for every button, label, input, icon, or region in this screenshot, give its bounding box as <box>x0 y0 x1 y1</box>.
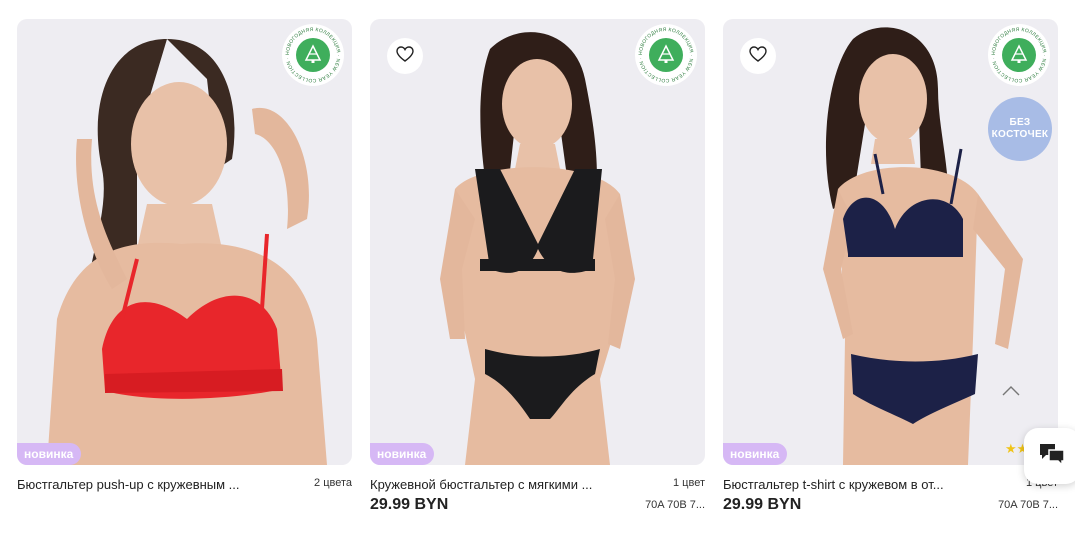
size-list: 70A 70B 7... <box>998 499 1058 511</box>
product-name[interactable]: Бюстгальтер t-shirt с кружевом в от... <box>723 477 973 492</box>
badge-ring-text: НОВОГОДНЯЯ КОЛЛЕКЦИЯ · NEW YEAR COLLECTI… <box>638 27 694 83</box>
color-count: 2 цвета <box>314 477 352 489</box>
new-year-collection-badge: НОВОГОДНЯЯ КОЛЛЕКЦИЯ · NEW YEAR COLLECTI… <box>282 24 344 86</box>
product-card[interactable]: НОВОГОДНЯЯ КОЛЛЕКЦИЯ · NEW YEAR COLLECTI… <box>370 19 705 525</box>
new-tag: новинка <box>370 443 435 465</box>
product-info: Бюстгальтер push-up с кружевным ... 2 цв… <box>17 465 352 525</box>
svg-text:НОВОГОДНЯЯ КОЛЛЕКЦИЯ · NEW YEA: НОВОГОДНЯЯ КОЛЛЕКЦИЯ · NEW YEAR COLLECTI… <box>638 27 694 83</box>
product-grid: НОВОГОДНЯЯ КОЛЛЕКЦИЯ · NEW YEAR COLLECTI… <box>0 0 1075 540</box>
svg-text:НОВОГОДНЯЯ КОЛЛЕКЦИЯ · NEW YEA: НОВОГОДНЯЯ КОЛЛЕКЦИЯ · NEW YEAR COLLECTI… <box>991 27 1047 83</box>
chat-button[interactable] <box>1024 428 1075 484</box>
no-underwire-badge: БЕЗ КОСТОЧЕК <box>988 97 1052 161</box>
chevron-up-icon <box>1002 383 1020 401</box>
product-name[interactable]: Кружевной бюстгальтер с мягкими ... <box>370 477 620 492</box>
heart-outline-icon <box>749 45 767 67</box>
product-photo[interactable]: НОВОГОДНЯЯ КОЛЛЕКЦИЯ · NEW YEAR COLLECTI… <box>723 19 1058 465</box>
product-photo[interactable]: НОВОГОДНЯЯ КОЛЛЕКЦИЯ · NEW YEAR COLLECTI… <box>17 19 352 465</box>
new-tag: новинка <box>723 443 788 465</box>
svg-text:НОВОГОДНЯЯ КОЛЛЕКЦИЯ · NEW YEA: НОВОГОДНЯЯ КОЛЛЕКЦИЯ · NEW YEAR COLLECTI… <box>285 27 341 83</box>
badge-ring-text: НОВОГОДНЯЯ КОЛЛЕКЦИЯ · NEW YEAR COLLECTI… <box>991 27 1047 83</box>
new-tag: новинка <box>17 443 82 465</box>
size-list: 70A 70B 7... <box>645 499 705 511</box>
heart-outline-icon <box>396 45 414 67</box>
product-info: Бюстгальтер t-shirt с кружевом в от... 1… <box>723 465 1058 525</box>
product-card[interactable]: НОВОГОДНЯЯ КОЛЛЕКЦИЯ · NEW YEAR COLLECTI… <box>723 19 1058 525</box>
product-price: 29.99 BYN <box>723 496 802 513</box>
favorite-button[interactable] <box>740 38 776 74</box>
new-year-collection-badge: НОВОГОДНЯЯ КОЛЛЕКЦИЯ · NEW YEAR COLLECTI… <box>988 24 1050 86</box>
chat-bubbles-icon <box>1038 441 1066 472</box>
product-photo[interactable]: НОВОГОДНЯЯ КОЛЛЕКЦИЯ · NEW YEAR COLLECTI… <box>370 19 705 465</box>
new-year-collection-badge: НОВОГОДНЯЯ КОЛЛЕКЦИЯ · NEW YEAR COLLECTI… <box>635 24 697 86</box>
color-count: 1 цвет <box>673 477 705 489</box>
product-info: Кружевной бюстгальтер с мягкими ... 1 цв… <box>370 465 705 525</box>
product-name[interactable]: Бюстгальтер push-up с кружевным ... <box>17 477 267 492</box>
product-card[interactable]: НОВОГОДНЯЯ КОЛЛЕКЦИЯ · NEW YEAR COLLECTI… <box>17 19 352 525</box>
favorite-button[interactable] <box>387 38 423 74</box>
badge-ring-text: НОВОГОДНЯЯ КОЛЛЕКЦИЯ · NEW YEAR COLLECTI… <box>285 27 341 83</box>
no-underwire-label: БЕЗ КОСТОЧЕК <box>991 117 1049 140</box>
product-price: 29.99 BYN <box>370 496 449 513</box>
scroll-up-button[interactable] <box>996 377 1026 407</box>
